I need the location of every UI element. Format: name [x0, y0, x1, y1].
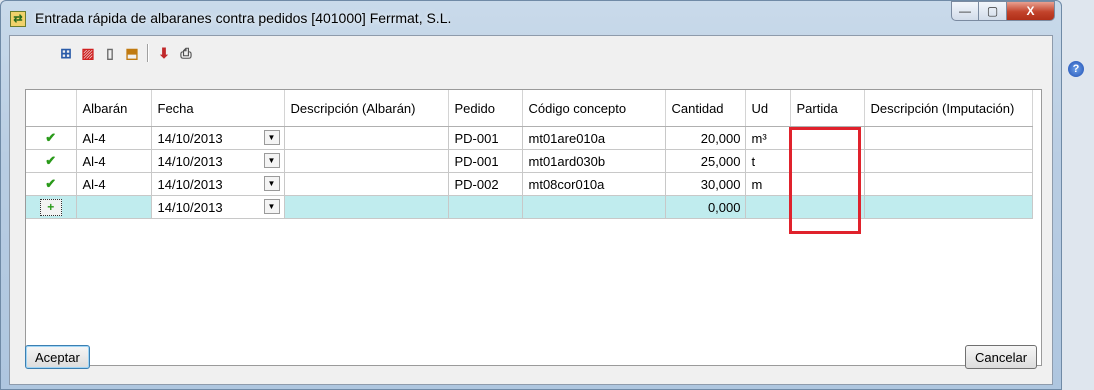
cell-albaran[interactable]: Al-4 — [76, 126, 152, 150]
new-row-cell[interactable]: + — [26, 195, 77, 219]
table-row[interactable]: ✔ Al-4 14/10/2013 ▼ PD-001 mt01ard030b 25… — [26, 149, 1033, 173]
cell-partida[interactable] — [790, 149, 865, 173]
maximize-button[interactable]: ▢ — [979, 1, 1007, 21]
albaranes-table: Albarán Fecha Descripción (Albarán) Pedi… — [26, 90, 1033, 219]
print-icon[interactable]: ⎙ — [176, 44, 196, 62]
cell-descripcion-albaran[interactable] — [284, 195, 449, 219]
cell-descripcion-imputacion[interactable] — [864, 149, 1033, 173]
check-icon: ✔ — [26, 126, 77, 150]
cell-descripcion-albaran[interactable] — [284, 172, 449, 196]
title-bar: ⇄ Entrada rápida de albaranes contra ped… — [1, 1, 1061, 35]
cell-codigo-concepto[interactable] — [522, 195, 666, 219]
cell-codigo-concepto[interactable]: mt01are010a — [522, 126, 666, 150]
cell-descripcion-albaran[interactable] — [284, 149, 449, 173]
cell-ud[interactable]: m³ — [745, 126, 791, 150]
app-icon: ⇄ — [10, 11, 26, 27]
col-descripcion-imputacion[interactable]: Descripción (Imputación) — [864, 90, 1033, 127]
cell-cantidad[interactable]: 25,000 — [665, 149, 746, 173]
help-icon[interactable]: ? — [1068, 61, 1084, 77]
col-cantidad[interactable]: Cantidad — [665, 90, 746, 127]
cell-descripcion-imputacion[interactable] — [864, 172, 1033, 196]
cell-fecha[interactable]: 14/10/2013 ▼ — [151, 126, 285, 150]
col-partida[interactable]: Partida — [790, 90, 865, 127]
cell-ud[interactable] — [745, 195, 791, 219]
cell-descripcion-imputacion[interactable] — [864, 126, 1033, 150]
minimize-button[interactable]: — — [951, 1, 979, 21]
fecha-value: 14/10/2013 — [157, 199, 223, 215]
cell-codigo-concepto[interactable]: mt01ard030b — [522, 149, 666, 173]
cell-descripcion-albaran[interactable] — [284, 126, 449, 150]
dropdown-arrow-icon[interactable]: ▼ — [263, 176, 280, 191]
col-descripcion-albaran[interactable]: Descripción (Albarán) — [284, 90, 449, 127]
col-codigo-concepto[interactable]: Código concepto — [522, 90, 666, 127]
dropdown-arrow-icon[interactable]: ▼ — [263, 199, 280, 214]
cell-ud[interactable]: m — [745, 172, 791, 196]
fecha-value: 14/10/2013 — [157, 130, 223, 146]
export-icon[interactable]: ⬇ — [154, 44, 174, 62]
cell-albaran[interactable] — [76, 195, 152, 219]
cell-pedido[interactable] — [448, 195, 523, 219]
cell-fecha[interactable]: 14/10/2013 ▼ — [151, 195, 285, 219]
cell-codigo-concepto[interactable]: mt08cor010a — [522, 172, 666, 196]
toolbar: ⊞ ▨ ▯ ⬒ ⬇ ⎙ — [10, 36, 1052, 70]
dropdown-arrow-icon[interactable]: ▼ — [263, 153, 280, 168]
cell-fecha[interactable]: 14/10/2013 ▼ — [151, 149, 285, 173]
cell-partida[interactable] — [790, 195, 865, 219]
cell-descripcion-imputacion[interactable] — [864, 195, 1033, 219]
albaranes-grid: Albarán Fecha Descripción (Albarán) Pedi… — [25, 89, 1042, 366]
check-icon: ✔ — [26, 172, 77, 196]
copy-icon[interactable]: ▯ — [100, 44, 120, 62]
window-title: Entrada rápida de albaranes contra pedid… — [35, 10, 452, 26]
import-icon[interactable]: ⬒ — [122, 44, 142, 62]
dropdown-arrow-icon[interactable]: ▼ — [263, 130, 280, 145]
table-row[interactable]: ✔ Al-4 14/10/2013 ▼ PD-001 mt01are010a 20… — [26, 126, 1033, 150]
add-row-icon[interactable]: + — [39, 198, 62, 216]
col-status[interactable] — [26, 90, 77, 127]
col-fecha[interactable]: Fecha — [151, 90, 285, 127]
header-row: Albarán Fecha Descripción (Albarán) Pedi… — [26, 90, 1033, 127]
fecha-value: 14/10/2013 — [157, 153, 223, 169]
fecha-value: 14/10/2013 — [157, 176, 223, 192]
cell-pedido[interactable]: PD-001 — [448, 126, 523, 150]
cell-albaran[interactable]: Al-4 — [76, 172, 152, 196]
cell-ud[interactable]: t — [745, 149, 791, 173]
col-albaran[interactable]: Albarán — [76, 90, 152, 127]
cell-pedido[interactable]: PD-001 — [448, 149, 523, 173]
col-ud[interactable]: Ud — [745, 90, 791, 127]
cancel-button[interactable]: Cancelar — [965, 345, 1038, 369]
cell-cantidad[interactable]: 30,000 — [665, 172, 746, 196]
cell-partida[interactable] — [790, 126, 865, 150]
table-row[interactable]: ✔ Al-4 14/10/2013 ▼ PD-002 mt08cor010a 30… — [26, 172, 1033, 196]
cell-cantidad[interactable]: 0,000 — [665, 195, 746, 219]
check-icon: ✔ — [26, 149, 77, 173]
cell-albaran[interactable]: Al-4 — [76, 149, 152, 173]
cell-fecha[interactable]: 14/10/2013 ▼ — [151, 172, 285, 196]
new-row[interactable]: + 14/10/2013 ▼ 0,000 — [26, 195, 1033, 219]
delete-row-icon[interactable]: ▨ — [78, 44, 98, 62]
accept-button[interactable]: Aceptar — [25, 345, 90, 369]
cell-cantidad[interactable]: 20,000 — [665, 126, 746, 150]
col-pedido[interactable]: Pedido — [448, 90, 523, 127]
add-row-icon[interactable]: ⊞ — [56, 44, 76, 62]
cell-pedido[interactable]: PD-002 — [448, 172, 523, 196]
cell-partida[interactable] — [790, 172, 865, 196]
close-button[interactable]: X — [1007, 1, 1055, 21]
